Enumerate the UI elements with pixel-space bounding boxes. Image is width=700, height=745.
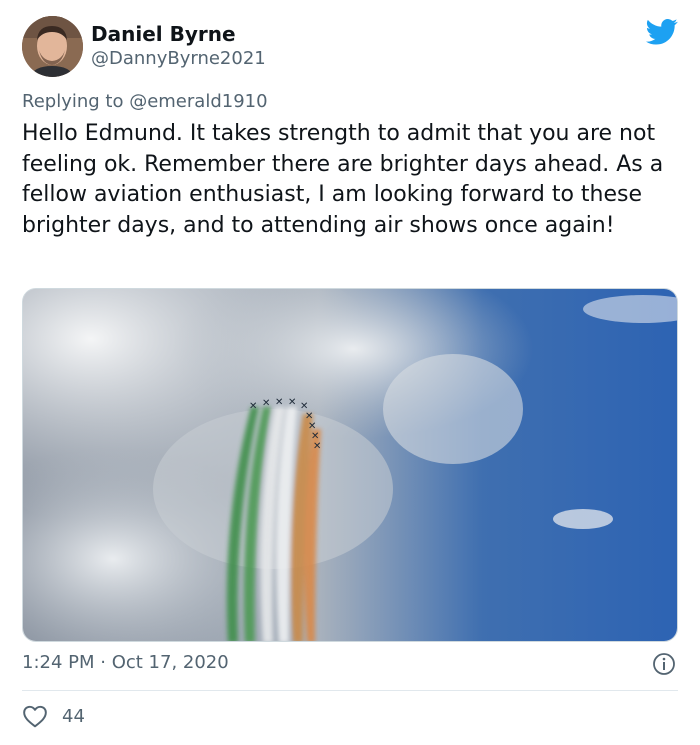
svg-text:✕: ✕ bbox=[275, 397, 283, 408]
reply-mention-link[interactable]: @emerald1910 bbox=[129, 91, 267, 112]
twitter-bird-icon[interactable] bbox=[646, 18, 678, 46]
like-count: 44 bbox=[62, 705, 85, 727]
replying-to: Replying to @emerald1910 bbox=[22, 91, 268, 112]
info-icon[interactable] bbox=[652, 652, 676, 676]
author-name[interactable]: Daniel Byrne bbox=[91, 22, 236, 46]
tweet-text: Hello Edmund. It takes strength to admit… bbox=[22, 121, 664, 238]
tweet-date: Oct 17, 2020 bbox=[111, 652, 229, 673]
tweet-time: 1:24 PM bbox=[22, 652, 95, 673]
tweet-timestamp[interactable]: 1:24 PM · Oct 17, 2020 bbox=[22, 652, 229, 673]
author-handle[interactable]: @DannyByrne2021 bbox=[91, 48, 266, 69]
avatar[interactable] bbox=[22, 16, 83, 77]
replying-prefix: Replying to bbox=[22, 91, 130, 112]
svg-text:✕: ✕ bbox=[262, 398, 270, 409]
svg-text:✕: ✕ bbox=[288, 397, 296, 408]
like-button[interactable]: 44 bbox=[22, 704, 85, 728]
svg-text:✕: ✕ bbox=[249, 401, 257, 412]
tweet-card: Daniel Byrne @DannyByrne2021 Replying to… bbox=[0, 0, 700, 745]
svg-text:✕: ✕ bbox=[313, 441, 321, 452]
tweet-media-image[interactable]: ✕ ✕ ✕ ✕ ✕ ✕ ✕ ✕ ✕ bbox=[22, 288, 678, 642]
heart-icon bbox=[23, 705, 47, 728]
meta-separator: · bbox=[94, 652, 112, 673]
divider bbox=[22, 690, 678, 691]
